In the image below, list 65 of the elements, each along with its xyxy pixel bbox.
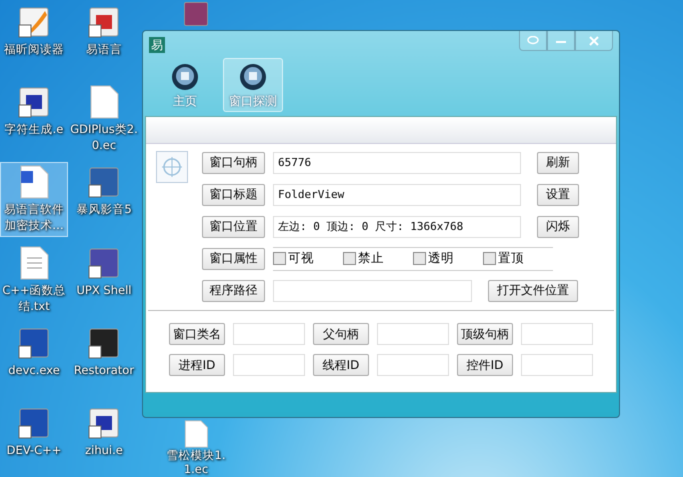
value-field[interactable]: 左边: 0 顶边: 0 尺寸: 1366x768 xyxy=(273,216,521,238)
desktop-icon-label: GDIPlus类2.0.ec xyxy=(70,121,138,154)
close-icon xyxy=(588,36,600,46)
program-icon xyxy=(17,5,51,39)
open-location-button[interactable]: 打开文件位置 xyxy=(488,280,578,302)
desktop-icon-label: 字符生成.e xyxy=(4,121,64,138)
desktop-icon-label: 易语言 xyxy=(85,41,123,57)
action-button[interactable]: 设置 xyxy=(537,184,579,206)
crosshair-icon[interactable] xyxy=(156,151,188,183)
desktop-icon-label: 易语言软件加密技术… xyxy=(3,201,65,234)
info-field[interactable] xyxy=(377,354,449,376)
desktop-icon-label: 雪松模块1.1.ec xyxy=(166,448,226,476)
info-field[interactable] xyxy=(521,354,593,376)
desktop-icon-label: DEV-C++ xyxy=(6,442,62,458)
info-button[interactable]: 线程ID xyxy=(313,354,369,376)
property-button[interactable]: 窗口位置 xyxy=(202,216,265,238)
close-button[interactable] xyxy=(575,31,613,51)
checkbox[interactable]: 透明 xyxy=(413,250,483,267)
program-icon xyxy=(87,5,121,39)
property-button[interactable]: 窗口属性 xyxy=(202,248,265,270)
action-button[interactable]: 刷新 xyxy=(537,152,579,174)
program-icon xyxy=(87,165,121,200)
feedback-button[interactable] xyxy=(519,31,547,51)
info-field[interactable] xyxy=(521,323,593,345)
program-icon xyxy=(87,406,121,440)
checkbox[interactable]: 可视 xyxy=(273,250,343,267)
property-button[interactable]: 窗口标题 xyxy=(202,184,265,206)
program-icon xyxy=(17,326,51,360)
program-icon xyxy=(87,326,121,360)
checkbox[interactable]: 置顶 xyxy=(483,250,553,267)
orb-icon xyxy=(171,63,199,91)
desktop-icon[interactable]: 字符生成.e xyxy=(0,82,68,156)
minimize-button[interactable] xyxy=(547,31,575,51)
file-icon xyxy=(182,420,210,448)
info-button[interactable]: 窗口类名 xyxy=(169,323,225,345)
desktop-icon-label: Restorator xyxy=(72,362,136,378)
property-button[interactable]: 程序路径 xyxy=(202,280,265,302)
info-field[interactable] xyxy=(233,323,305,345)
desktop-icon-label: devc.exe xyxy=(7,362,61,378)
action-button[interactable]: 闪烁 xyxy=(537,216,579,238)
info-button[interactable]: 父句柄 xyxy=(313,323,369,345)
desktop-icon[interactable]: 福昕阅读器 xyxy=(0,2,68,76)
desktop-icon-label: zihui.e xyxy=(84,442,124,458)
program-icon xyxy=(87,246,121,280)
info-button[interactable]: 进程ID xyxy=(169,354,225,376)
value-field[interactable]: FolderView xyxy=(273,184,521,206)
speech-bubble-icon xyxy=(527,36,539,46)
desktop-icon-label: UPX Shell xyxy=(76,282,132,298)
desktop-icon-label: 福昕阅读器 xyxy=(3,41,65,57)
app-logo: 易 xyxy=(149,37,165,53)
orb-icon xyxy=(239,63,267,91)
archive-icon xyxy=(182,0,210,28)
info-button[interactable]: 控件ID xyxy=(457,354,513,376)
checkbox[interactable]: 禁止 xyxy=(343,250,413,267)
desktop-icon[interactable]: 易语言 xyxy=(70,2,138,76)
program-icon xyxy=(17,85,51,120)
info-field[interactable] xyxy=(233,354,305,376)
value-field[interactable]: 65776 xyxy=(273,152,521,174)
property-button[interactable]: 窗口句柄 xyxy=(202,152,265,174)
desktop-icon-label: C++函数总结.txt xyxy=(1,282,67,314)
desktop-icon-label: 暴风影音5 xyxy=(75,201,133,218)
info-button[interactable]: 顶级句柄 xyxy=(457,323,513,345)
info-field[interactable] xyxy=(377,323,449,345)
program-icon xyxy=(17,406,51,440)
path-field[interactable] xyxy=(273,280,472,302)
